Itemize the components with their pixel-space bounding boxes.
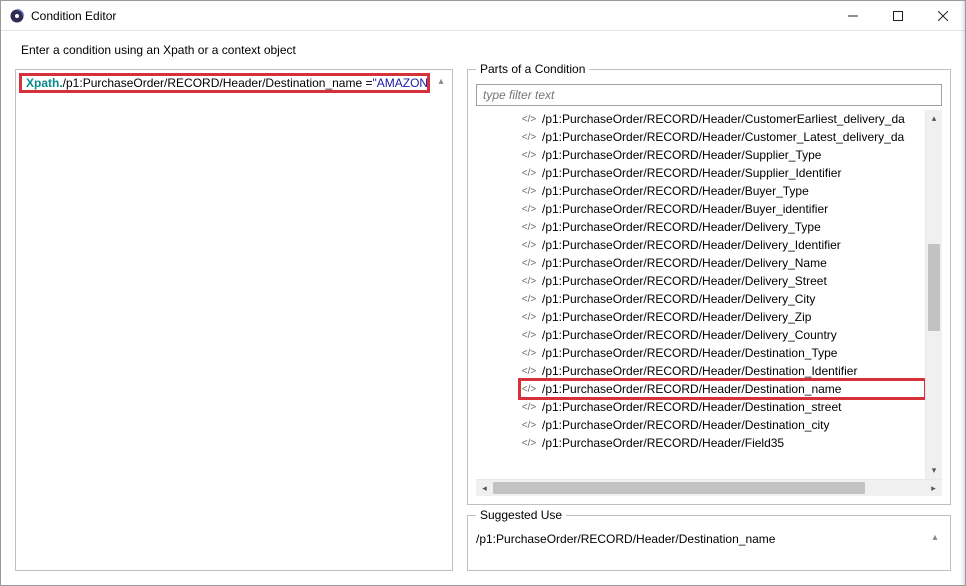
xml-element-icon: </> (520, 400, 538, 414)
tree-item[interactable]: </> /p1:PurchaseOrder/RECORD/Header/Deliv… (520, 254, 925, 272)
tree-item-label: /p1:PurchaseOrder/RECORD/Header/Supplier… (542, 166, 841, 180)
xpath-expression-input[interactable]: Xpath./p1:PurchaseOrder/RECORD/Header/De… (19, 73, 430, 93)
scroll-down-icon[interactable]: ▾ (926, 462, 942, 479)
tree-item[interactable]: </> /p1:PurchaseOrder/RECORD/Header/Desti… (520, 416, 925, 434)
tree-item-label: /p1:PurchaseOrder/RECORD/Header/Delivery… (542, 220, 821, 234)
close-button[interactable] (920, 1, 965, 30)
vertical-scrollbar[interactable]: ▴ ▾ (925, 110, 942, 479)
scrollbar-track[interactable] (926, 127, 942, 462)
condition-editor-window: Condition Editor Enter a condition using… (0, 0, 966, 586)
scrollbar-thumb[interactable] (928, 244, 940, 331)
suggested-group: Suggested Use /p1:PurchaseOrder/RECORD/H… (467, 515, 951, 571)
tree-item[interactable]: </> /p1:PurchaseOrder/RECORD/Header/Deliv… (520, 290, 925, 308)
scroll-up-icon[interactable]: ▴ (926, 110, 942, 127)
tree-item-label: /p1:PurchaseOrder/RECORD/Header/Field35 (542, 436, 784, 450)
parts-group-label: Parts of a Condition (476, 62, 589, 76)
tree-container: </> /p1:PurchaseOrder/RECORD/Header/Custo… (476, 110, 942, 479)
tree-item[interactable]: </> /p1:PurchaseOrder/RECORD/Header/Suppl… (520, 146, 925, 164)
tree-item[interactable]: </> /p1:PurchaseOrder/RECORD/Header/Buyer… (520, 182, 925, 200)
tree-item-label: /p1:PurchaseOrder/RECORD/Header/Supplier… (542, 148, 821, 162)
scroll-up-icon[interactable]: ▴ (928, 530, 942, 544)
xml-element-icon: </> (520, 382, 538, 396)
tree-item[interactable]: </> /p1:PurchaseOrder/RECORD/Header/Desti… (520, 344, 925, 362)
xml-element-icon: </> (520, 436, 538, 450)
xml-element-icon: </> (520, 112, 538, 126)
xpath-path: /p1:PurchaseOrder/RECORD/Header/Destinat… (63, 76, 373, 90)
tree-item-label: /p1:PurchaseOrder/RECORD/Header/Customer… (542, 130, 904, 144)
minimize-button[interactable] (830, 1, 875, 30)
xml-element-icon: </> (520, 310, 538, 324)
tree-item-label: /p1:PurchaseOrder/RECORD/Header/Destinat… (542, 364, 857, 378)
tree-item[interactable]: </> /p1:PurchaseOrder/RECORD/Header/Buyer… (520, 200, 925, 218)
tree-item-label: /p1:PurchaseOrder/RECORD/Header/Delivery… (542, 328, 837, 342)
tree-item-label: /p1:PurchaseOrder/RECORD/Header/Delivery… (542, 256, 827, 270)
xml-element-icon: </> (520, 256, 538, 270)
xpath-keyword: Xpath. (26, 76, 63, 90)
xml-element-icon: </> (520, 166, 538, 180)
xml-element-icon: </> (520, 238, 538, 252)
window-title: Condition Editor (31, 9, 116, 23)
tree-item[interactable]: </> /p1:PurchaseOrder/RECORD/Header/Deliv… (520, 326, 925, 344)
tree-item[interactable]: </> /p1:PurchaseOrder/RECORD/Header/Desti… (520, 362, 925, 380)
parts-tree[interactable]: </> /p1:PurchaseOrder/RECORD/Header/Custo… (476, 110, 925, 479)
scroll-right-icon[interactable]: ▸ (925, 480, 942, 496)
scroll-left-icon[interactable]: ◂ (476, 480, 493, 496)
tree-item-label: /p1:PurchaseOrder/RECORD/Header/Destinat… (542, 346, 837, 360)
titlebar: Condition Editor (1, 1, 965, 31)
xml-element-icon: </> (520, 328, 538, 342)
tree-item-label: /p1:PurchaseOrder/RECORD/Header/Customer… (542, 112, 905, 126)
tree-item-label: /p1:PurchaseOrder/RECORD/Header/Destinat… (542, 400, 841, 414)
parts-group: Parts of a Condition </>/p1:PurchaseOrde… (467, 69, 951, 505)
tree-item[interactable]: </> /p1:PurchaseOrder/RECORD/Header/Deliv… (520, 236, 925, 254)
tree-item[interactable]: </> /p1:PurchaseOrder/RECORD/Header/Custo… (520, 110, 925, 128)
scrollbar-thumb[interactable] (493, 482, 865, 494)
tree-item[interactable]: </> /p1:PurchaseOrder/RECORD/Header/Desti… (520, 380, 925, 398)
xml-element-icon: </> (520, 184, 538, 198)
tree-item[interactable]: </> /p1:PurchaseOrder/RECORD/Header/Deliv… (520, 218, 925, 236)
xpath-value: "AMAZON" (373, 76, 431, 90)
tree-item-label: /p1:PurchaseOrder/RECORD/Header/Delivery… (542, 292, 815, 306)
tree-item-label: /p1:PurchaseOrder/RECORD/Header/Buyer_Ty… (542, 184, 809, 198)
xml-element-icon: </> (520, 346, 538, 360)
tree-item[interactable]: </> /p1:PurchaseOrder/RECORD/Header/Custo… (520, 128, 925, 146)
tree-item-label: /p1:PurchaseOrder/RECORD/Header/Delivery… (542, 238, 841, 252)
tree-item[interactable]: </> /p1:PurchaseOrder/RECORD/Header/Deliv… (520, 308, 925, 326)
dialog-body: Xpath./p1:PurchaseOrder/RECORD/Header/De… (1, 65, 965, 585)
tree-item-label: /p1:PurchaseOrder/RECORD/Header/Buyer_id… (542, 202, 828, 216)
condition-input-pane[interactable]: Xpath./p1:PurchaseOrder/RECORD/Header/De… (15, 69, 453, 571)
tree-item-label: /p1:PurchaseOrder/RECORD/Header/Destinat… (542, 382, 841, 396)
tree-item[interactable]: </> /p1:PurchaseOrder/RECORD/Header/Deliv… (520, 272, 925, 290)
xml-element-icon: </> (520, 202, 538, 216)
tree-item-label: /p1:PurchaseOrder/RECORD/Header/Delivery… (542, 310, 811, 324)
xml-element-icon: </> (520, 364, 538, 378)
xml-element-icon: </> (520, 274, 538, 288)
filter-input[interactable] (476, 84, 942, 106)
maximize-button[interactable] (875, 1, 920, 30)
tree-item[interactable]: </> /p1:PurchaseOrder/RECORD/Header/Desti… (520, 398, 925, 416)
horizontal-scrollbar[interactable]: ◂ ▸ (476, 479, 942, 496)
tree-item-label: /p1:PurchaseOrder/RECORD/Header/Destinat… (542, 418, 829, 432)
xml-element-icon: </> (520, 418, 538, 432)
scroll-up-icon[interactable]: ▴ (434, 74, 448, 88)
suggested-group-label: Suggested Use (476, 508, 566, 522)
scrollbar-track[interactable] (493, 480, 925, 496)
xml-element-icon: </> (520, 220, 538, 234)
right-pane: Parts of a Condition </>/p1:PurchaseOrde… (467, 69, 951, 571)
app-icon (9, 8, 25, 24)
xml-element-icon: </> (520, 130, 538, 144)
tree-item-label: /p1:PurchaseOrder/RECORD/Header/Delivery… (542, 274, 827, 288)
instruction-text: Enter a condition using an Xpath or a co… (1, 31, 965, 65)
xml-element-icon: </> (520, 148, 538, 162)
suggested-use-text: /p1:PurchaseOrder/RECORD/Header/Destinat… (476, 530, 928, 548)
tree-item[interactable]: </> /p1:PurchaseOrder/RECORD/Header/Suppl… (520, 164, 925, 182)
tree-item[interactable]: </> /p1:PurchaseOrder/RECORD/Header/Field… (520, 434, 925, 452)
xml-element-icon: </> (520, 292, 538, 306)
